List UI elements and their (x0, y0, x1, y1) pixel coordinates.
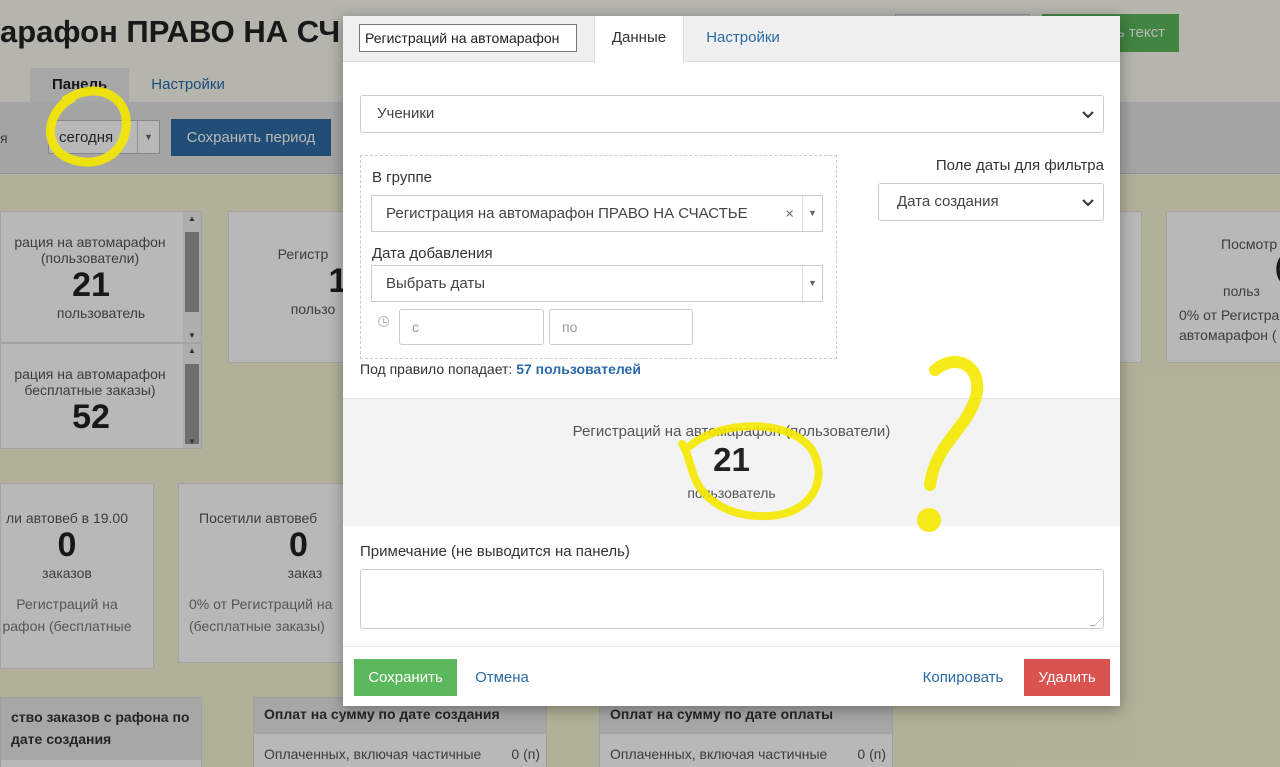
note-textarea[interactable] (360, 569, 1104, 629)
source-select-value: Ученики (377, 105, 435, 122)
save-button[interactable]: Сохранить (354, 659, 457, 696)
date-field-label: Поле даты для фильтра (935, 157, 1104, 174)
clock-icon (378, 316, 389, 327)
source-select[interactable]: Ученики (360, 95, 1104, 133)
date-added-label: Дата добавления (372, 245, 493, 262)
preview-title: Регистраций на автомарафон (пользователи… (572, 423, 891, 440)
date-added-select[interactable]: Выбрать даты ▼ (371, 265, 823, 302)
copy-button[interactable]: Копировать (913, 659, 1013, 696)
group-select-value: Регистрация на автомарафон ПРАВО НА СЧАС… (386, 205, 748, 222)
rule-match-text: Под правило попадает: 57 пользователей (360, 361, 641, 377)
group-label: В группе (372, 169, 432, 186)
date-field-select[interactable]: Дата создания (878, 183, 1104, 221)
dialog-footer: Сохранить Отмена Копировать Удалить (343, 646, 1120, 706)
date-from-input[interactable]: с (399, 309, 544, 345)
tab-data[interactable]: Данные (594, 16, 684, 63)
delete-button[interactable]: Удалить (1024, 659, 1110, 696)
rule-match-label: Под правило попадает: (360, 361, 513, 377)
widget-edit-dialog: Данные Настройки Ученики Поле даты для ф… (343, 16, 1120, 706)
widget-name-input[interactable] (359, 24, 577, 52)
preview-value: 21 (713, 441, 750, 478)
clear-icon[interactable]: × (785, 196, 794, 231)
tab-settings[interactable]: Настройки (693, 16, 793, 63)
date-field-value: Дата создания (897, 193, 999, 210)
dialog-header: Данные Настройки (343, 16, 1120, 63)
caret-down-icon[interactable]: ▼ (802, 196, 822, 231)
caret-down-icon[interactable]: ▼ (802, 266, 822, 301)
resize-grip-icon[interactable] (1089, 617, 1104, 626)
group-select[interactable]: Регистрация на автомарафон ПРАВО НА СЧАС… (371, 195, 823, 232)
date-to-input[interactable]: по (549, 309, 693, 345)
note-label: Примечание (не выводится на панель) (360, 543, 630, 560)
widget-preview: Регистраций на автомарафон (пользователи… (343, 398, 1120, 526)
preview-unit: пользователь (687, 485, 776, 501)
cancel-button[interactable]: Отмена (467, 659, 537, 696)
chevron-down-icon (1082, 111, 1094, 119)
chevron-down-icon (1082, 199, 1094, 207)
rule-match-count-link[interactable]: 57 пользователей (516, 361, 641, 377)
date-added-value: Выбрать даты (386, 275, 486, 292)
